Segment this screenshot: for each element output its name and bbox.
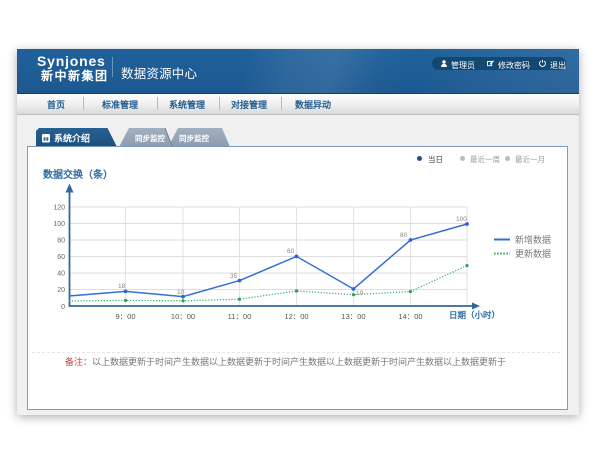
svg-text:同步监控: 同步监控 (135, 133, 165, 143)
svg-text:系统介绍: 系统介绍 (54, 133, 90, 144)
svg-text:同步监控: 同步监控 (179, 133, 209, 143)
